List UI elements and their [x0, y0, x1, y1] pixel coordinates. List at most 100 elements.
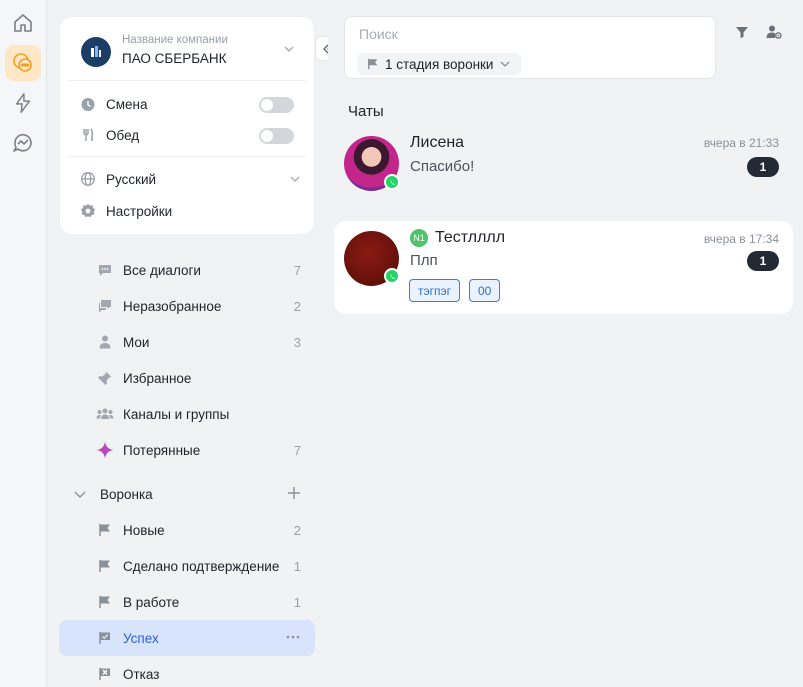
nav-item-label: Избранное [123, 370, 192, 386]
shift-toggle[interactable] [259, 97, 294, 113]
nav-item-lost[interactable]: Потерянные 7 [59, 432, 315, 468]
clock-icon [81, 98, 95, 111]
person-icon [96, 333, 114, 351]
lost-star-icon [96, 441, 114, 459]
language-select[interactable]: Русский [80, 169, 300, 189]
chats-button[interactable] [5, 45, 41, 81]
stage-filter-dropdown[interactable]: 1 стадия воронки [357, 53, 522, 75]
chat-item[interactable]: N1 Тестлллл вчера в 17:34 Плп 1 тэгпэг 0… [334, 221, 793, 314]
filter-button[interactable] [732, 22, 752, 42]
funnel-item-count: 1 [293, 558, 301, 574]
add-stage-icon[interactable] [287, 486, 301, 500]
home-button[interactable] [5, 5, 41, 41]
chats-icon [96, 297, 114, 315]
lunch-row: Обед [80, 125, 300, 145]
nav-item-all-dialogs[interactable]: Все диалоги 7 [59, 252, 315, 288]
search-box: 1 стадия воронки [344, 16, 716, 79]
chat-last-message: Спасибо! [410, 158, 475, 175]
divider [68, 156, 306, 157]
funnel-item-label: Сделано подтверждение [123, 558, 280, 574]
funnel-title: Воронка [100, 486, 153, 502]
divider [68, 80, 306, 81]
company-name[interactable]: ПАО СБЕРБАНК [122, 51, 226, 66]
chevron-down-icon [290, 176, 300, 182]
flag-check-icon [96, 629, 114, 647]
shift-label: Смена [106, 96, 148, 112]
settings-link[interactable]: Настройки [80, 201, 300, 221]
chevron-down-icon[interactable] [73, 487, 87, 501]
chat-bubble-icon [96, 261, 114, 279]
home-icon [14, 14, 32, 32]
flag-icon [96, 521, 114, 539]
pin-icon [96, 369, 114, 387]
chat-tag[interactable]: 00 [469, 279, 501, 302]
funnel-item-success[interactable]: Успех [59, 620, 315, 656]
nav-item-favorites[interactable]: Избранное [59, 360, 315, 396]
language-label: Русский [106, 171, 157, 187]
funnel-item-count: 1 [293, 594, 301, 610]
chat-last-message: Плп [410, 252, 438, 269]
settings-label: Настройки [106, 203, 173, 219]
flag-x-icon [96, 665, 114, 683]
funnel-header[interactable]: Воронка [59, 476, 315, 512]
nav-item-count: 7 [293, 442, 301, 458]
whatsapp-icon [384, 174, 400, 190]
funnel-item-label: Отказ [123, 666, 160, 682]
more-options-icon[interactable] [285, 629, 301, 650]
lightning-icon [15, 93, 31, 113]
company-label: Название компании [122, 34, 228, 46]
chat-name: Лисена [410, 134, 465, 151]
search-input[interactable] [359, 26, 699, 42]
flag-icon [96, 557, 114, 575]
funnel-item-count: 2 [293, 522, 301, 538]
nav-item-count: 2 [293, 298, 301, 314]
company-card: Название компании ПАО СБЕРБАНК Смена Обе… [60, 17, 314, 234]
chat-item[interactable]: Лисена вчера в 21:33 Спасибо! 1 [334, 128, 793, 206]
lunch-label: Обед [106, 127, 140, 143]
flag-icon [368, 58, 378, 70]
nav-item-label: Каналы и группы [123, 406, 230, 422]
chevron-down-icon[interactable] [282, 42, 296, 56]
chat-name: Тестлллл [435, 229, 506, 246]
lunch-toggle[interactable] [259, 128, 294, 144]
unread-badge: 1 [747, 157, 779, 177]
chat-time: вчера в 17:34 [703, 232, 779, 246]
chat-bubbles-icon [13, 53, 32, 72]
chat-list-panel: 1 стадия воронки Чаты Лисена вчера в 21:… [328, 0, 803, 687]
gear-icon [81, 204, 95, 218]
nav-item-label: Потерянные [123, 442, 201, 458]
chats-title: Чаты [348, 103, 384, 120]
funnel-item-label: В работе [123, 594, 180, 610]
filter-icon [736, 27, 748, 38]
analytics-button[interactable] [5, 125, 41, 161]
funnel-item-rejected[interactable]: Отказ [59, 656, 315, 687]
flag-icon [96, 593, 114, 611]
funnel-item-label: Успех [123, 630, 159, 646]
nav-item-label: Мои [123, 334, 150, 350]
nav-item-channels-groups[interactable]: Каналы и группы [59, 396, 315, 432]
shift-row: Смена [80, 94, 300, 114]
company-logo-icon [91, 46, 101, 57]
nav-item-mine[interactable]: Мои 3 [59, 324, 315, 360]
unread-badge: 1 [747, 251, 779, 271]
chat-time: вчера в 21:33 [703, 136, 779, 150]
assign-user-button[interactable] [764, 22, 784, 42]
company-logo [81, 37, 111, 67]
funnel-item-in-progress[interactable]: В работе 1 [59, 584, 315, 620]
chat-tag[interactable]: тэгпэг [409, 279, 460, 302]
lunch-icon [83, 128, 94, 141]
nav-item-unsorted[interactable]: Неразобранное 2 [59, 288, 315, 324]
nav-item-count: 3 [293, 334, 301, 350]
automation-button[interactable] [5, 85, 41, 121]
chevron-down-icon [501, 61, 510, 67]
funnel-item-confirmed[interactable]: Сделано подтверждение 1 [59, 548, 315, 584]
pulse-chat-icon [13, 133, 32, 152]
group-icon [96, 405, 114, 423]
app-rail [0, 0, 47, 687]
person-gear-icon [766, 25, 782, 39]
source-badge: N1 [410, 229, 428, 247]
funnel-item-new[interactable]: Новые 2 [59, 512, 315, 548]
stage-filter-label: 1 стадия воронки [385, 56, 494, 72]
nav-item-label: Неразобранное [123, 298, 222, 314]
whatsapp-icon [384, 268, 400, 284]
